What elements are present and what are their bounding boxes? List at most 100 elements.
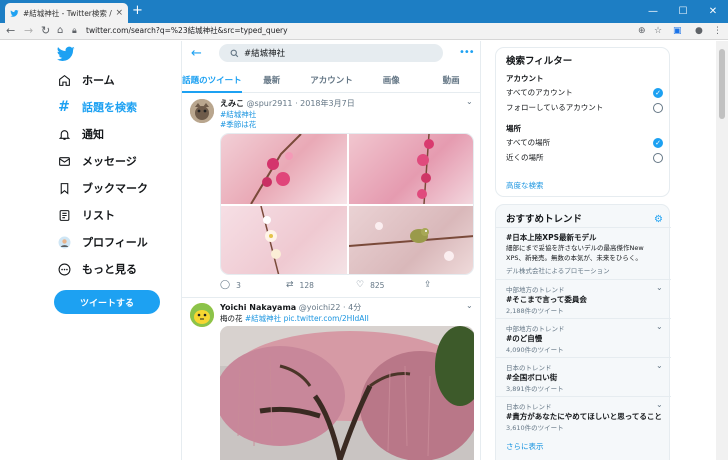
star-icon[interactable]: ☆ <box>654 24 662 38</box>
account-icon[interactable]: ● <box>695 24 703 38</box>
nav-item-lists[interactable]: リスト <box>57 206 115 224</box>
like-button[interactable]: ♡ 825 <box>356 280 384 290</box>
photo-plum-blossom[interactable] <box>221 206 347 274</box>
tweet-author-name[interactable]: えみこ <box>220 99 244 108</box>
trend-item[interactable]: 中部地方のトレンド #のど自慢 4,090件のツイート ⌄ <box>496 318 671 357</box>
tweet-button[interactable]: ツイートする <box>54 290 160 314</box>
photo-weeping-plum-tree[interactable] <box>220 326 474 460</box>
tweet-photo-grid[interactable] <box>220 133 474 275</box>
bookmark-icon <box>57 181 71 195</box>
more-options-icon[interactable]: ••• <box>459 47 475 58</box>
filter-title: 検索フィルター <box>506 56 573 67</box>
avatar[interactable] <box>190 99 214 123</box>
forward-arrow-icon[interactable]: → <box>24 24 33 38</box>
list-icon <box>57 208 71 222</box>
nav-item-bookmarks[interactable]: ブックマーク <box>57 179 148 197</box>
hashtag-link[interactable]: #季節は花 <box>220 119 256 130</box>
photo-plum-blossom[interactable] <box>221 134 347 204</box>
tab-top[interactable]: 話題のツイート <box>182 68 242 93</box>
twitter-logo-icon[interactable] <box>57 46 75 62</box>
twitter-page: ホーム # 話題を検索 通知 メッセージ ブックマーク リスト プロフィール も <box>0 41 728 460</box>
option-label: 近くの場所 <box>506 153 544 162</box>
chevron-down-icon[interactable]: ⌄ <box>466 97 473 106</box>
filter-account-section: アカウント <box>506 74 544 83</box>
url-text[interactable]: twitter.com/search?q=%23結城神社&src=typed_q… <box>86 24 288 38</box>
radio-button[interactable] <box>653 102 663 113</box>
like-count: 825 <box>370 280 385 290</box>
search-filter-panel: 検索フィルター アカウント すべてのアカウント ✓ フォローしているアカウント … <box>495 47 670 197</box>
advanced-search-link[interactable]: 高度な検索 <box>506 180 544 191</box>
tweet[interactable]: えみこ @spur2911 · 2018年3月7日 ⌄ #結城神社 #季節は花 <box>182 94 481 298</box>
promo-title: #日本上陸XPS最新モデル <box>506 233 597 242</box>
filter-option-all-places[interactable]: すべての場所 ✓ <box>506 137 663 148</box>
chevron-down-icon[interactable]: ⌄ <box>656 283 663 292</box>
trend-promoted[interactable]: #日本上陸XPS最新モデル 細部にまで妥協を許さないデルの最高傑作New XPS… <box>496 227 671 279</box>
browser-tab[interactable]: #結城神社 - Twitter検索 / Twitter × <box>5 3 128 23</box>
avatar-icon <box>57 235 71 249</box>
reply-icon: ◯ <box>220 280 231 290</box>
tab-photos[interactable]: 画像 <box>361 68 421 92</box>
radio-button[interactable] <box>653 152 663 163</box>
hashtag-link[interactable]: #結城神社 <box>245 314 281 323</box>
scrollbar-thumb[interactable] <box>719 49 725 119</box>
extension-icon[interactable]: ▣ <box>673 24 682 38</box>
back-arrow-icon[interactable]: ← <box>6 24 15 38</box>
maximize-button[interactable]: ☐ <box>668 0 698 23</box>
close-window-button[interactable]: ✕ <box>698 0 728 23</box>
nav-item-profile[interactable]: プロフィール <box>57 233 148 251</box>
tweet-text: 梅の花 #結城神社 pic.twitter.com/2HIdAII <box>220 313 369 324</box>
tweet-date[interactable]: 2018年3月7日 <box>300 99 355 108</box>
chevron-down-icon[interactable]: ⌄ <box>466 301 473 310</box>
trend-item[interactable]: 日本のトレンド #貴方があなたにやめてほしいと思ってること 3,610件のツイー… <box>496 396 671 435</box>
tweet-author-name[interactable]: Yoichi Nakayama <box>220 303 296 312</box>
tab-latest[interactable]: 最新 <box>242 68 302 92</box>
tweet-header: Yoichi Nakayama @yoichi22 · 4分 <box>220 302 361 313</box>
minimize-button[interactable]: — <box>638 0 668 23</box>
chevron-down-icon[interactable]: ⌄ <box>656 322 663 331</box>
show-more-link[interactable]: さらに表示 <box>506 441 544 452</box>
trend-item[interactable]: 中部地方のトレンド #そこまで言って委員会 2,188件のツイート ⌄ <box>496 279 671 318</box>
tweet-author-handle[interactable]: @yoichi22 <box>299 303 341 312</box>
search-tabs: 話題のツイート 最新 アカウント 画像 動画 <box>182 68 481 93</box>
retweet-button[interactable]: ⇄ 128 <box>286 280 314 290</box>
page-scrollbar[interactable] <box>716 41 728 460</box>
tab-title: #結城神社 - Twitter検索 / Twitter <box>23 8 112 18</box>
tweet-header: えみこ @spur2911 · 2018年3月7日 <box>220 98 355 109</box>
avatar[interactable] <box>190 303 214 327</box>
nav-item-home[interactable]: ホーム <box>57 71 115 89</box>
pic-link[interactable]: pic.twitter.com/2HIdAII <box>284 314 369 323</box>
check-icon[interactable]: ✓ <box>653 137 663 148</box>
tab-close-icon[interactable]: × <box>115 8 123 18</box>
trend-item[interactable]: 日本のトレンド #全国ボロい街 3,891件のツイート ⌄ <box>496 357 671 396</box>
nav-item-messages[interactable]: メッセージ <box>57 152 137 170</box>
gear-icon[interactable]: ⚙ <box>654 214 663 225</box>
search-input[interactable]: #結城神社 <box>219 44 443 62</box>
trend-context: 日本のトレンド <box>506 364 552 372</box>
tab-videos[interactable]: 動画 <box>421 68 481 92</box>
filter-option-nearby[interactable]: 近くの場所 <box>506 152 663 163</box>
chevron-down-icon[interactable]: ⌄ <box>656 361 663 370</box>
menu-dots-icon[interactable]: ⋮ <box>713 24 722 38</box>
photo-plum-blossom[interactable] <box>349 134 473 204</box>
reload-icon[interactable]: ↻ <box>41 24 50 38</box>
tweet-author-handle[interactable]: @spur2911 <box>247 99 293 108</box>
filter-option-all-accounts[interactable]: すべてのアカウント ✓ <box>506 87 663 98</box>
reply-button[interactable]: ◯ 3 <box>220 280 241 290</box>
nav-item-notifications[interactable]: 通知 <box>57 125 104 143</box>
photo-bird-on-plum[interactable] <box>349 206 473 274</box>
address-bar[interactable]: 🔒︎ twitter.com/search?q=%23結城神社&src=type… <box>70 24 670 38</box>
share-button[interactable]: ⇪ <box>424 280 438 290</box>
nav-item-more[interactable]: もっと見る <box>57 260 137 278</box>
nav-label-profile: プロフィール <box>82 236 148 249</box>
tab-accounts[interactable]: アカウント <box>302 68 362 92</box>
filter-option-following[interactable]: フォローしているアカウント <box>506 102 663 113</box>
check-icon[interactable]: ✓ <box>653 87 663 98</box>
back-arrow-icon[interactable]: ← <box>191 46 202 61</box>
nav-label-lists: リスト <box>82 209 115 222</box>
home-page-icon[interactable]: ⌂ <box>57 24 63 38</box>
tweet-date[interactable]: 4分 <box>348 303 361 312</box>
cast-icon[interactable]: ⊕ <box>638 24 646 38</box>
new-tab-button[interactable]: + <box>132 4 143 18</box>
nav-item-explore[interactable]: # 話題を検索 <box>57 98 137 116</box>
chevron-down-icon[interactable]: ⌄ <box>656 400 663 409</box>
